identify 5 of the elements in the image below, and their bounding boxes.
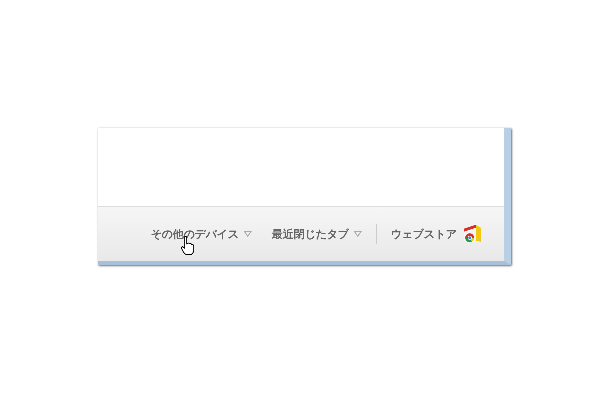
store-link[interactable]: ウェブストア (381, 220, 492, 248)
menu-button[interactable]: 最近閉じたタブ (262, 222, 372, 246)
caret-icon (354, 231, 362, 237)
store-icon (462, 224, 482, 244)
caret-icon (244, 231, 252, 237)
